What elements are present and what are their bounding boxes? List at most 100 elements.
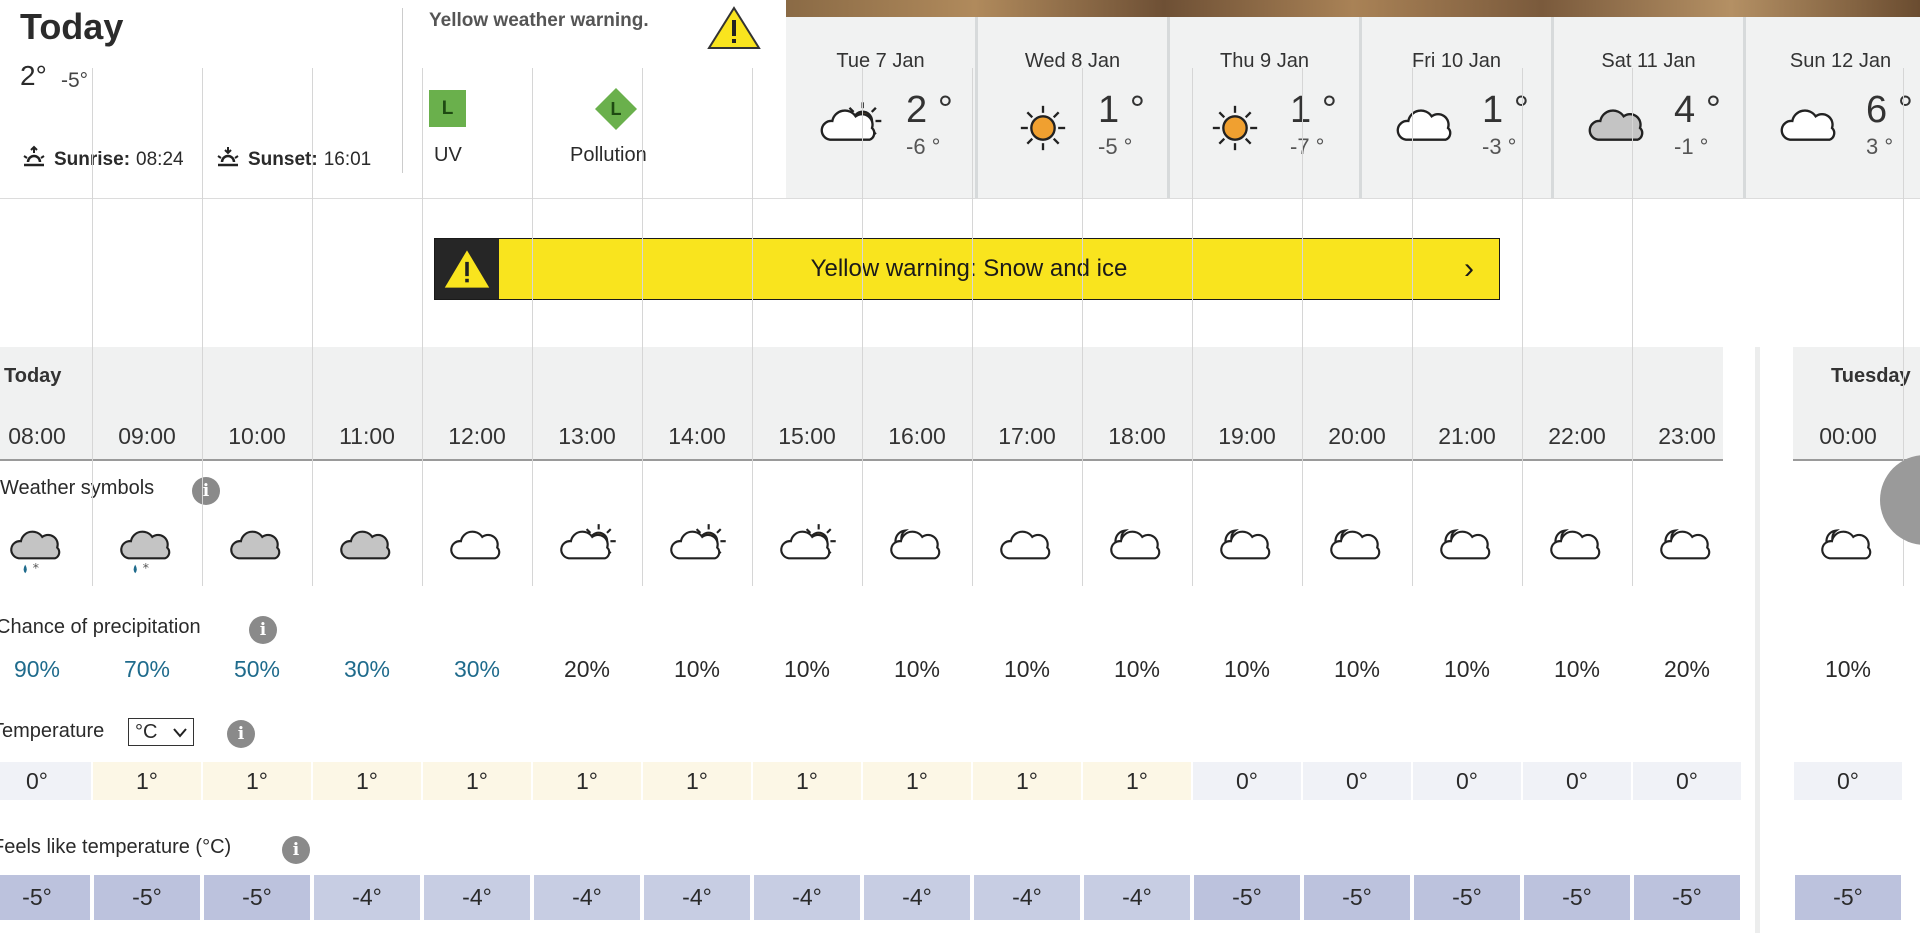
day-card[interactable]: Tue 7 Jan 2 ° -6 ° [786,17,975,198]
precip-value: 90% [13,656,61,682]
sleet-cloud-icon: * [6,522,70,580]
day-card[interactable]: Thu 9 Jan 1 ° -7 ° [1170,17,1359,198]
feels-like-value: -5° [0,875,90,920]
temperature-value: 0° [0,762,91,800]
daily-forecast-cards: Tue 7 Jan 2 ° -6 ° Wed 8 Jan 1 ° -5 ° Thu … [786,17,1920,198]
hour-label: 16:00 [888,423,946,449]
info-icon[interactable]: i [282,836,310,864]
warning-banner[interactable]: Yellow warning: Snow and ice › [434,238,1500,300]
column-divider [972,68,973,586]
temperature-value: 1° [93,762,201,800]
precip-value: 20% [1663,656,1711,682]
temperature-unit-select[interactable]: °C [128,718,194,746]
header-photo [786,0,1920,17]
info-icon[interactable]: i [192,477,220,505]
day-card[interactable]: Wed 8 Jan 1 ° -5 ° [978,17,1167,198]
info-icon[interactable]: i [227,720,255,748]
precip-value: 70% [123,656,171,682]
day-header-label: Today [4,365,62,387]
sun-cloud-icon [776,522,840,580]
warning-heading[interactable]: Yellow weather warning. [429,10,649,32]
precip-value: 50% [233,656,281,682]
feels-like-value: -4° [1084,875,1190,920]
column-divider [1412,68,1413,586]
hour-label: 12:00 [448,423,506,449]
feels-like-title: Feels like temperature (°C) [0,836,232,858]
column-divider [862,68,863,586]
temperature-title: Temperature [0,720,105,742]
sunset-icon [214,145,242,175]
warning-triangle-icon[interactable] [707,6,761,55]
pollution-label: Pollution [570,144,647,166]
today-low-temp: -5° [61,69,89,92]
precip-value: 30% [343,656,391,682]
day-card-low: -1 ° [1674,134,1709,159]
uv-badge[interactable]: L [429,90,466,127]
column-divider [422,68,423,586]
feels-like-value: -4° [754,875,860,920]
grey-cloud-icon [1584,100,1654,163]
grey-cloud-icon [336,522,400,580]
hour-label: 17:00 [998,423,1056,449]
day-card[interactable]: Sun 12 Jan 6 ° 3 ° [1746,17,1920,198]
uv-label: UV [434,144,462,166]
column-divider [1302,68,1303,586]
feels-like-value: -4° [974,875,1080,920]
banner-text: Yellow warning: Snow and ice [810,255,1128,282]
column-divider [1192,68,1193,586]
moon-cloud-icon [1436,522,1500,580]
day-card-date: Thu 9 Jan [1220,50,1309,72]
hour-label: 09:00 [118,423,176,449]
day-card-low: -5 ° [1098,134,1133,159]
moon-cloud-icon [1546,522,1610,580]
day-card-date: Sat 11 Jan [1601,50,1696,72]
column-divider [532,68,533,586]
sunset-label: Sunset: [248,149,318,170]
day-card-date: Tue 7 Jan [836,50,925,72]
temperature-value: 0° [1633,762,1741,800]
feels-like-value: -5° [1524,875,1630,920]
column-divider [1522,68,1523,586]
precip-value: 30% [453,656,501,682]
temperature-value: 0° [1193,762,1301,800]
info-icon[interactable]: i [249,616,277,644]
column-divider [202,68,203,586]
feels-like-value: -5° [1304,875,1410,920]
sun-icon [1200,100,1270,163]
sun-icon [1008,100,1078,163]
precip-value: 10% [1824,656,1872,682]
sunset-time: 16:01 [323,149,372,170]
day-card-high: 1 ° [1290,89,1337,131]
pollution-badge[interactable]: L [594,87,638,131]
chevron-right-icon: › [1464,252,1474,285]
column-divider [312,68,313,586]
precip-value: 10% [1443,656,1491,682]
header-divider [402,8,403,173]
precip-value: 10% [1003,656,1051,682]
sunrise-time: 08:24 [136,149,184,170]
precip-value: 10% [1333,656,1381,682]
unit-value: °C [135,720,158,743]
sunrise-info: Sunrise: 08:24 [20,145,184,175]
day-header: Tuesday [1793,347,1920,415]
day-card-low: -7 ° [1290,134,1325,159]
day-card-low: -3 ° [1482,134,1517,159]
sun-cloud-icon [666,522,730,580]
hour-label: 15:00 [778,423,836,449]
day-header-label: Tuesday [1831,365,1911,387]
precipitation-title: Chance of precipitation [0,616,201,638]
cloud-icon [1392,100,1462,163]
banner-warning-icon [435,239,499,299]
day-card[interactable]: Sat 11 Jan 4 ° -1 ° [1554,17,1743,198]
precip-value: 20% [563,656,611,682]
feels-like-value: -4° [424,875,530,920]
hour-label: 20:00 [1328,423,1386,449]
sun-cloud-icon [556,522,620,580]
day-card-date: Sun 12 Jan [1789,50,1892,72]
moon-cloud-icon [1656,522,1720,580]
pollution-level: L [610,98,622,119]
weather-symbols-title: Weather symbols [0,477,155,499]
column-divider [1632,68,1633,586]
feels-like-value: -5° [1194,875,1300,920]
grey-cloud-icon [226,522,290,580]
